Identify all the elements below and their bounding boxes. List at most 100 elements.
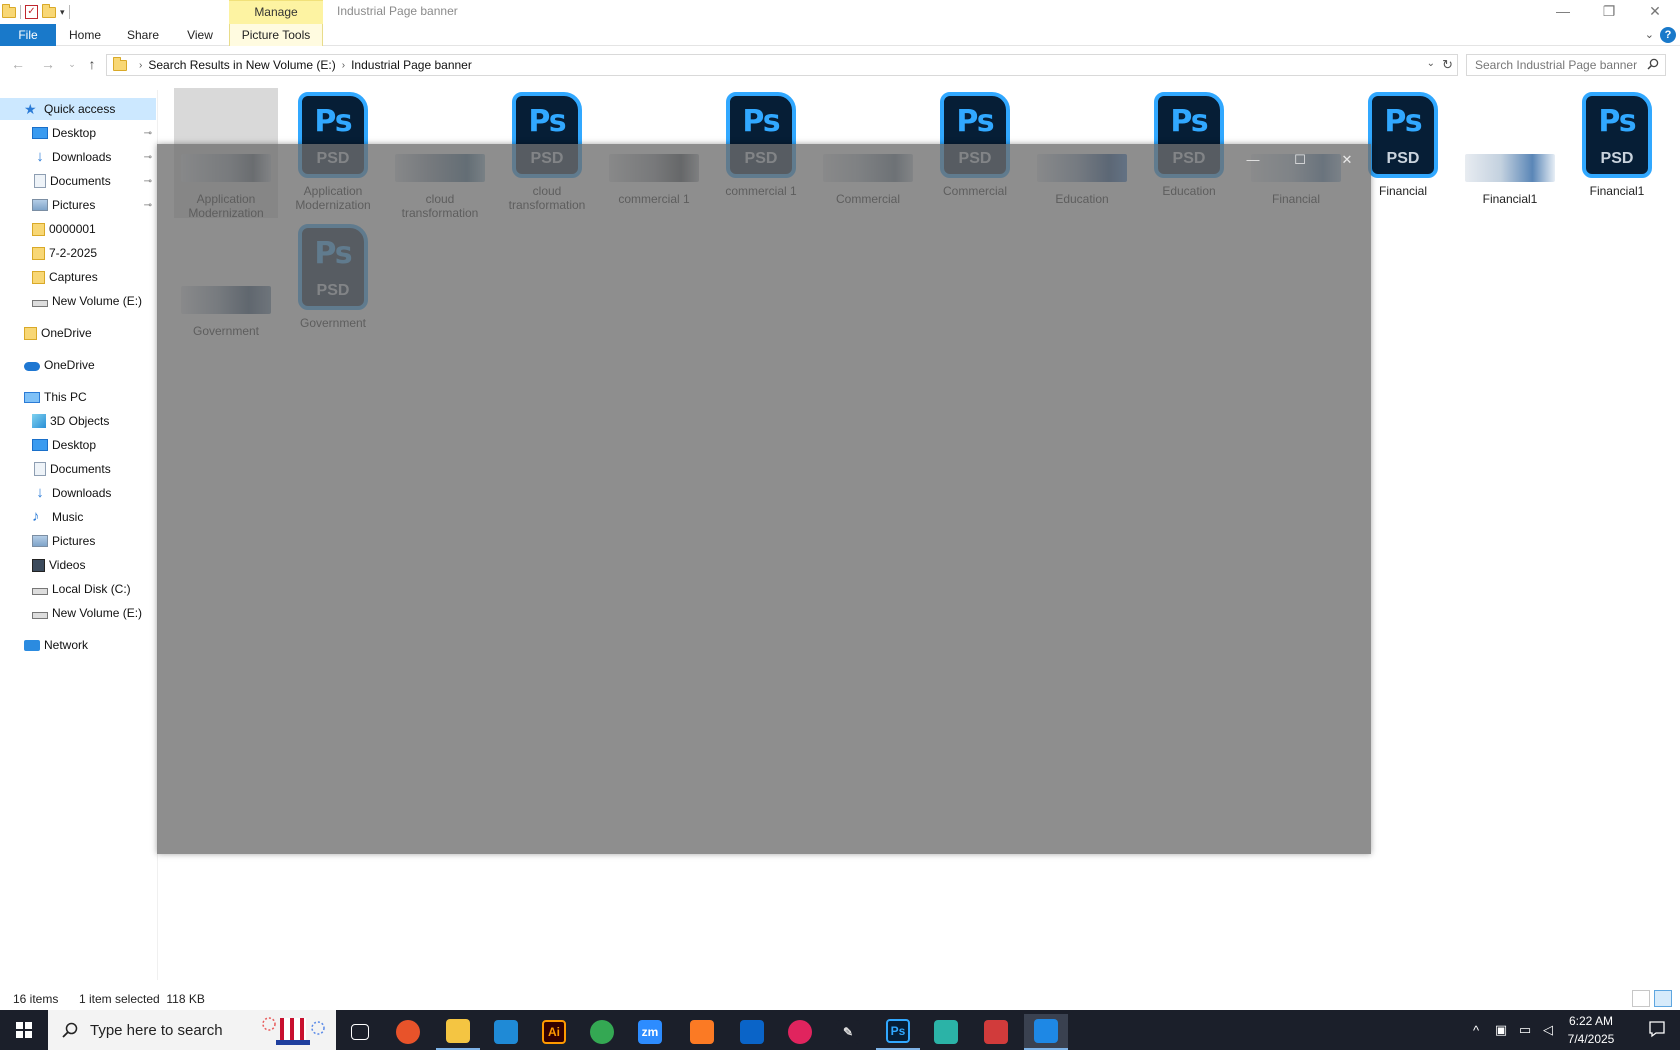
breadcrumb-current-folder[interactable]: Industrial Page banner <box>351 58 472 72</box>
holiday-hat-icon[interactable] <box>260 1014 328 1048</box>
desktop-screen: ✓ ▾ Manage Industrial Page banner — ❐ ✕ … <box>0 0 1680 1050</box>
overlay-minimize-button[interactable]: — <box>1243 152 1263 168</box>
taskbar-search-placeholder: Type here to search <box>90 1021 223 1039</box>
pictures-icon <box>32 535 48 547</box>
sidebar-item-quick-access[interactable]: ★ Quick access <box>0 98 156 120</box>
folder-icon <box>32 270 45 284</box>
network-tray-icon[interactable]: ▣ <box>1490 1010 1512 1050</box>
taskbar-pen-tool-button[interactable]: ✎ <box>826 1014 870 1050</box>
taskbar: Type here to search Ai zm ✎ Ps ^ ▣ ▭ ◁ 6:22… <box>0 1010 1680 1050</box>
recent-locations-icon[interactable]: ⌄ <box>62 54 82 74</box>
search-icon[interactable] <box>1647 58 1659 70</box>
chevron-right-icon[interactable]: › <box>342 60 345 71</box>
refresh-icon[interactable]: ↻ <box>1442 57 1453 73</box>
sidebar-item-label: Network <box>44 638 89 652</box>
task-view-icon <box>351 1024 369 1040</box>
pin-icon[interactable]: ⊸ <box>144 152 152 163</box>
tab-share[interactable]: Share <box>118 24 168 46</box>
sidebar-item-documents[interactable]: Documents ⊸ <box>0 170 156 192</box>
sidebar-item-downloads[interactable]: ↓ Downloads ⊸ <box>0 146 156 168</box>
sidebar-item-pictures[interactable]: Pictures <box>0 530 156 552</box>
chevron-down-icon[interactable]: ⌄ <box>1427 58 1435 69</box>
tab-file[interactable]: File <box>0 24 56 46</box>
restore-button[interactable]: ❐ <box>1586 0 1632 24</box>
sidebar-item-label: Quick access <box>44 102 116 116</box>
folder-icon <box>24 326 37 340</box>
sidebar-item-desktop[interactable]: Desktop <box>0 434 156 456</box>
sidebar-item-label: This PC <box>44 390 87 404</box>
start-button[interactable] <box>0 1010 48 1050</box>
image-file-item[interactable]: Financial1 <box>1458 88 1562 218</box>
sidebar-item-3d-objects[interactable]: 3D Objects <box>0 410 156 432</box>
sidebar-item-captures[interactable]: Captures <box>0 266 156 288</box>
taskbar-xampp-button[interactable] <box>680 1014 724 1050</box>
taskbar-sketchup-button[interactable] <box>924 1014 968 1050</box>
snipping-icon <box>984 1020 1008 1044</box>
search-box[interactable] <box>1466 54 1666 76</box>
sidebar-item-label: Music <box>52 510 84 524</box>
taskbar-chrome-button[interactable] <box>580 1014 624 1050</box>
sidebar-item-desktop[interactable]: Desktop ⊸ <box>0 122 156 144</box>
manage-tab[interactable]: Manage <box>229 0 323 24</box>
close-button[interactable]: ✕ <box>1632 0 1678 24</box>
taskbar-outlook-button[interactable] <box>730 1014 774 1050</box>
expand-ribbon-icon[interactable]: ⌄ <box>1645 28 1654 41</box>
sidebar-item-pictures[interactable]: Pictures ⊸ <box>0 194 156 216</box>
taskbar-task-view-button[interactable] <box>338 1014 382 1050</box>
sidebar-item-new-volume-e[interactable]: New Volume (E:) <box>0 290 156 312</box>
sidebar-item-onedrive[interactable]: OneDrive <box>0 322 156 344</box>
taskbar-photoshop-button[interactable]: Ps <box>876 1014 920 1050</box>
clock[interactable]: 6:22 AM 7/4/2025 <box>1555 1012 1627 1048</box>
overlay-maximize-button[interactable]: ☐ <box>1290 152 1310 168</box>
pin-icon[interactable]: ⊸ <box>144 200 152 211</box>
sidebar-item-this-pc[interactable]: This PC <box>0 386 156 408</box>
taskbar-photos-button[interactable] <box>1024 1014 1068 1050</box>
sidebar-item-documents[interactable]: Documents <box>0 458 156 480</box>
tab-picture-tools[interactable]: Picture Tools <box>229 24 323 46</box>
chevron-right-icon[interactable]: › <box>139 60 142 71</box>
pin-icon[interactable]: ⊸ <box>144 128 152 139</box>
forward-arrow-icon[interactable]: → <box>38 54 58 74</box>
sidebar-item-local-disk-c[interactable]: Local Disk (C:) <box>0 578 156 600</box>
sidebar-item-label: Documents <box>50 174 111 188</box>
sidebar-item-7-2-2025[interactable]: 7-2-2025 <box>0 242 156 264</box>
minimize-button[interactable]: — <box>1540 0 1586 24</box>
address-bar[interactable]: › Search Results in New Volume (E:) › In… <box>106 54 1458 76</box>
folder-icon[interactable] <box>2 4 16 19</box>
taskbar-file-explorer-button[interactable] <box>436 1014 480 1050</box>
taskbar-firefox-button[interactable] <box>386 1014 430 1050</box>
properties-icon[interactable]: ✓ <box>25 5 38 19</box>
taskbar-vscode-button[interactable] <box>484 1014 528 1050</box>
sidebar-item-label: OneDrive <box>41 326 92 340</box>
overlay-close-button[interactable]: ✕ <box>1337 152 1357 168</box>
details-view-icon[interactable] <box>1632 990 1650 1007</box>
taskbar-illustrator-button[interactable]: Ai <box>532 1014 576 1050</box>
search-input[interactable] <box>1467 55 1637 75</box>
tab-home[interactable]: Home <box>60 24 110 46</box>
notification-icon[interactable] <box>1648 1020 1666 1038</box>
taskbar-snipping-button[interactable] <box>974 1014 1018 1050</box>
new-folder-icon[interactable] <box>42 4 56 19</box>
taskbar-zoom-button[interactable]: zm <box>628 1014 672 1050</box>
sidebar-item-new-volume-e[interactable]: New Volume (E:) <box>0 602 156 624</box>
sidebar-item-music[interactable]: ♪ Music <box>0 506 156 528</box>
breadcrumb-search-results[interactable]: Search Results in New Volume (E:) <box>148 58 335 72</box>
sidebar-item-downloads[interactable]: ↓ Downloads <box>0 482 156 504</box>
ps-extension: PSD <box>1600 150 1634 167</box>
sidebar-item-videos[interactable]: Videos <box>0 554 156 576</box>
sidebar-item-onedrive[interactable]: OneDrive <box>0 354 156 376</box>
tab-view[interactable]: View <box>175 24 225 46</box>
psd-file-item[interactable]: Ps PSD Financial1 <box>1565 88 1669 218</box>
wifi-icon[interactable]: ▭ <box>1514 1010 1536 1050</box>
toolbar-separator <box>20 5 21 19</box>
large-icons-view-icon[interactable] <box>1654 990 1672 1007</box>
customize-toolbar-icon[interactable]: ▾ <box>60 7 65 18</box>
sidebar-item-0000001[interactable]: 0000001 <box>0 218 156 240</box>
back-arrow-icon[interactable]: ← <box>8 54 28 74</box>
taskbar-creative-cloud-button[interactable] <box>778 1014 822 1050</box>
up-arrow-icon[interactable]: ↑ <box>82 54 102 74</box>
help-icon[interactable]: ? <box>1660 27 1676 43</box>
pin-icon[interactable]: ⊸ <box>144 176 152 187</box>
show-hidden-icons[interactable]: ^ <box>1466 1010 1486 1050</box>
sidebar-item-network[interactable]: Network <box>0 634 156 656</box>
